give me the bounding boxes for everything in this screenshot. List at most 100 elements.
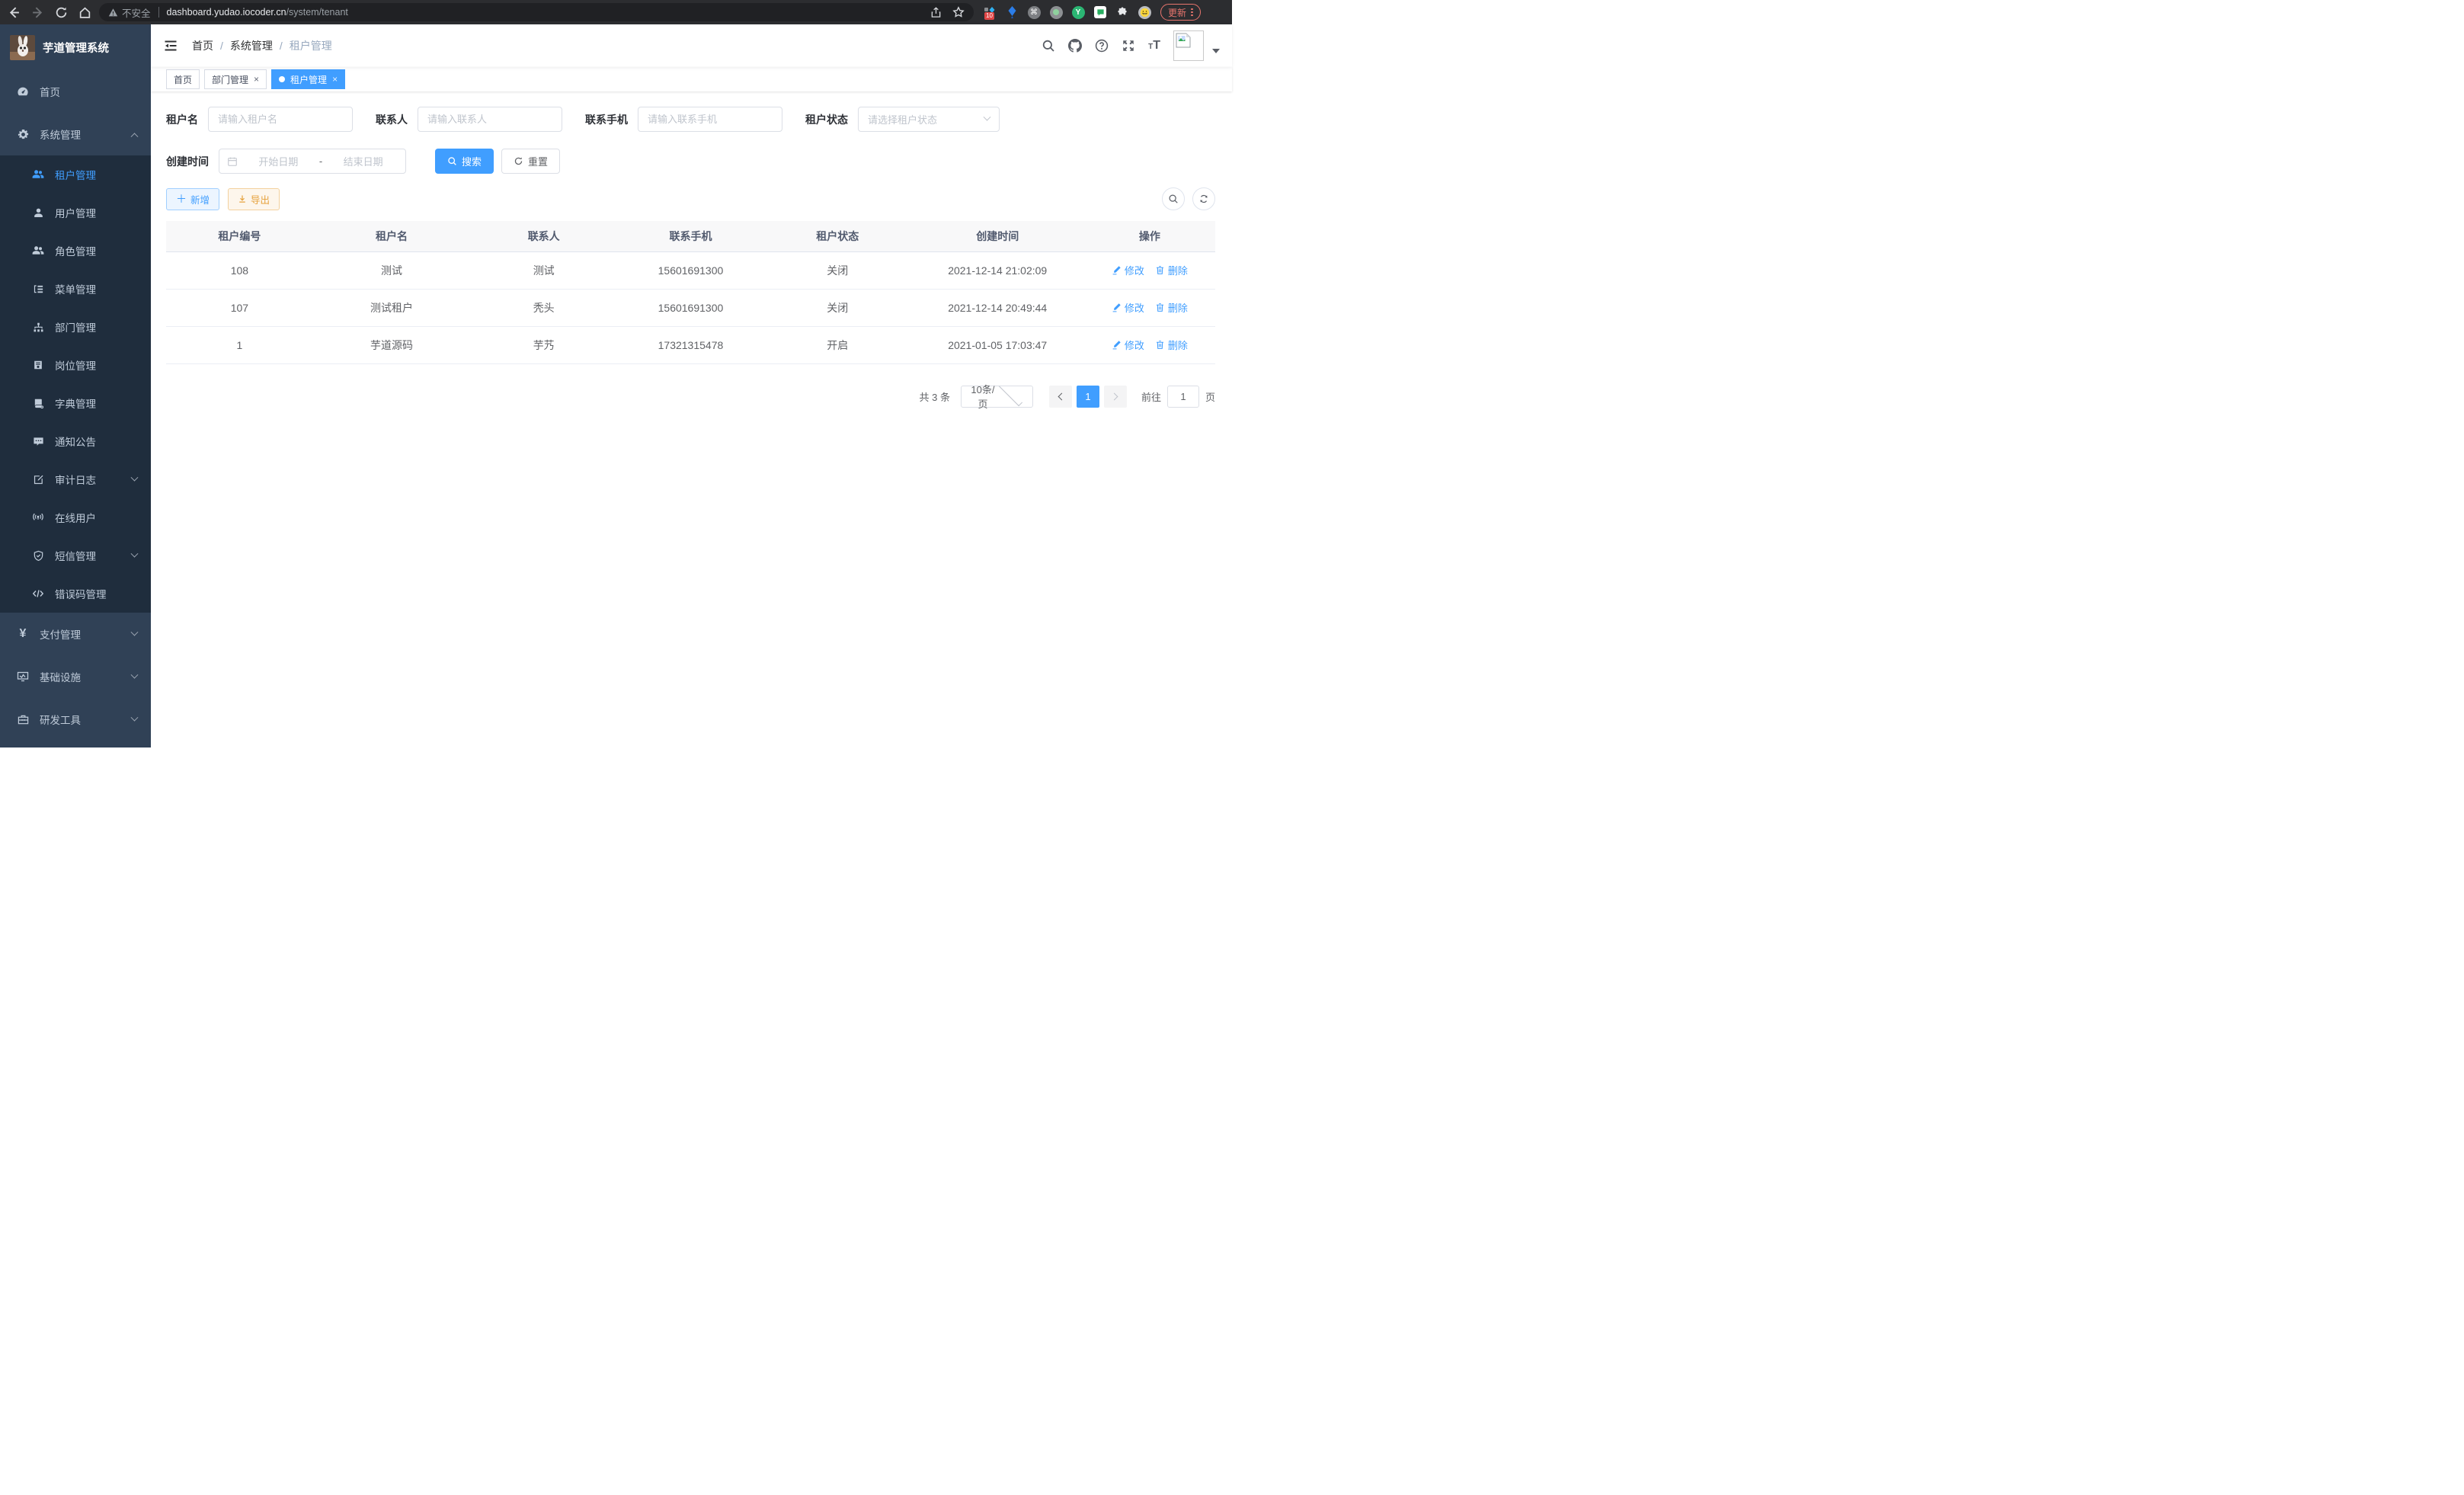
security-chip[interactable]: 不安全 bbox=[108, 5, 151, 20]
back-icon[interactable] bbox=[8, 6, 21, 19]
extension-kite-icon[interactable] bbox=[1005, 5, 1019, 19]
goto-label: 前往 bbox=[1141, 389, 1161, 404]
sidebar-item-online[interactable]: 在线用户 bbox=[0, 498, 151, 536]
share-icon[interactable] bbox=[930, 7, 942, 18]
export-button[interactable]: 导出 bbox=[228, 188, 280, 210]
home-icon[interactable] bbox=[78, 6, 91, 19]
sidebar-item-system[interactable]: 系统管理 bbox=[0, 113, 151, 155]
status-select[interactable]: 请选择租户状态 bbox=[858, 107, 1000, 132]
tenant-users-icon bbox=[32, 168, 44, 181]
contact-label: 联系人 bbox=[376, 112, 408, 127]
chevron-right-icon bbox=[1111, 392, 1118, 400]
breadcrumb-system[interactable]: 系统管理 bbox=[230, 38, 273, 53]
help-icon[interactable] bbox=[1095, 39, 1109, 53]
sidebar-item-menu[interactable]: 菜单管理 bbox=[0, 270, 151, 308]
close-icon[interactable]: × bbox=[254, 75, 259, 84]
page-size-select[interactable]: 10条/页 bbox=[961, 386, 1033, 408]
chevron-down-icon bbox=[999, 383, 1022, 406]
page-number-1[interactable]: 1 bbox=[1077, 386, 1099, 408]
extension-dot-icon[interactable] bbox=[1049, 5, 1063, 19]
sidebar-item-infra[interactable]: 基础设施 bbox=[0, 655, 151, 698]
delete-button[interactable]: 删除 bbox=[1155, 300, 1188, 315]
mobile-input[interactable] bbox=[638, 107, 782, 132]
org-tree-icon bbox=[32, 321, 44, 333]
date-range-picker[interactable]: 开始日期 - 结束日期 bbox=[219, 149, 406, 174]
reload-icon[interactable] bbox=[55, 6, 68, 19]
extension-command-icon[interactable]: ⌘ bbox=[1027, 5, 1041, 19]
navbar: 首页 / 系统管理 / 租户管理 TT bbox=[151, 24, 1232, 67]
code-icon bbox=[32, 587, 44, 600]
sidebar-item-pay[interactable]: ¥ 支付管理 bbox=[0, 613, 151, 655]
close-icon[interactable]: × bbox=[332, 75, 338, 84]
extensions-puzzle-icon[interactable] bbox=[1115, 5, 1129, 19]
sidebar-item-dept[interactable]: 部门管理 bbox=[0, 308, 151, 346]
chevron-down-icon bbox=[131, 473, 139, 481]
font-size-icon[interactable]: TT bbox=[1148, 40, 1160, 52]
col-tenant-id: 租户编号 bbox=[166, 221, 313, 251]
chevron-down-icon bbox=[131, 713, 139, 721]
tags-view: 首页 部门管理 × 租户管理 × bbox=[151, 67, 1232, 91]
address-bar[interactable]: 不安全 dashboard.yudao.iocoder.cn/system/te… bbox=[99, 3, 974, 21]
browser-menu-icon[interactable] bbox=[1191, 7, 1193, 18]
col-actions: 操作 bbox=[1084, 221, 1215, 251]
avatar-caret-icon[interactable] bbox=[1212, 49, 1220, 53]
col-status: 租户状态 bbox=[764, 221, 911, 251]
trash-icon bbox=[1155, 340, 1165, 350]
tenant-table: 租户编号 租户名 联系人 联系手机 租户状态 创建时间 操作 108 测试 测试 bbox=[166, 221, 1215, 364]
sidebar-item-tenant[interactable]: 租户管理 bbox=[0, 155, 151, 194]
next-page-button[interactable] bbox=[1104, 386, 1127, 408]
prev-page-button[interactable] bbox=[1049, 386, 1072, 408]
github-icon[interactable] bbox=[1068, 39, 1082, 53]
avatar[interactable] bbox=[1173, 30, 1204, 61]
fullscreen-icon[interactable] bbox=[1122, 39, 1135, 53]
search-icon bbox=[1168, 194, 1179, 204]
sidebar-item-audit[interactable]: 审计日志 bbox=[0, 460, 151, 498]
tab-dept[interactable]: 部门管理 × bbox=[204, 69, 267, 89]
delete-button[interactable]: 删除 bbox=[1155, 338, 1188, 352]
search-button[interactable]: 搜索 bbox=[435, 149, 494, 174]
security-label: 不安全 bbox=[122, 5, 151, 20]
browser-update-button[interactable]: 更新 bbox=[1160, 4, 1201, 21]
breadcrumb: 首页 / 系统管理 / 租户管理 bbox=[192, 38, 332, 53]
tab-home[interactable]: 首页 bbox=[166, 69, 200, 89]
active-dot bbox=[279, 76, 285, 82]
dict-book-icon bbox=[32, 397, 44, 409]
sidebar-fold-icon[interactable] bbox=[163, 38, 178, 53]
dashboard-icon bbox=[17, 85, 29, 98]
tenant-name-input[interactable] bbox=[208, 107, 353, 132]
reset-button[interactable]: 重置 bbox=[501, 149, 560, 174]
app-logo-row[interactable]: 芋道管理系统 bbox=[0, 24, 151, 70]
sidebar-item-role[interactable]: 角色管理 bbox=[0, 232, 151, 270]
sidebar-item-home[interactable]: 首页 bbox=[0, 70, 151, 113]
sidebar-item-post[interactable]: 岗位管理 bbox=[0, 346, 151, 384]
add-button[interactable]: ＋ 新增 bbox=[166, 188, 219, 210]
show-search-button[interactable] bbox=[1162, 187, 1185, 210]
forward-icon[interactable] bbox=[31, 6, 44, 19]
tab-tenant[interactable]: 租户管理 × bbox=[271, 69, 345, 89]
refresh-button[interactable] bbox=[1192, 187, 1215, 210]
extension-y-icon[interactable]: Y bbox=[1071, 5, 1085, 19]
search-icon[interactable] bbox=[1042, 39, 1055, 53]
navbar-actions: TT bbox=[1042, 30, 1220, 61]
contact-input[interactable] bbox=[418, 107, 562, 132]
create-time-label: 创建时间 bbox=[166, 154, 209, 169]
edit-button[interactable]: 修改 bbox=[1112, 263, 1144, 277]
extension-workflow-icon[interactable]: 10 bbox=[983, 5, 997, 19]
extension-emoji-icon[interactable] bbox=[1138, 5, 1151, 19]
sidebar-item-sms[interactable]: 短信管理 bbox=[0, 536, 151, 575]
sidebar-item-devtools[interactable]: 研发工具 bbox=[0, 698, 151, 741]
goto-page-input[interactable] bbox=[1167, 386, 1199, 408]
sidebar-item-dict[interactable]: 字典管理 bbox=[0, 384, 151, 422]
toolbox-icon bbox=[17, 713, 29, 725]
roles-icon bbox=[32, 245, 44, 257]
trash-icon bbox=[1155, 265, 1165, 275]
breadcrumb-home[interactable]: 首页 bbox=[192, 38, 213, 53]
sidebar-item-user[interactable]: 用户管理 bbox=[0, 194, 151, 232]
sidebar-item-errcode[interactable]: 错误码管理 bbox=[0, 575, 151, 613]
sidebar-item-notice[interactable]: 通知公告 bbox=[0, 422, 151, 460]
bookmark-star-icon[interactable] bbox=[952, 6, 965, 18]
edit-button[interactable]: 修改 bbox=[1112, 338, 1144, 352]
delete-button[interactable]: 删除 bbox=[1155, 263, 1188, 277]
extension-chat-icon[interactable] bbox=[1093, 5, 1107, 19]
edit-button[interactable]: 修改 bbox=[1112, 300, 1144, 315]
